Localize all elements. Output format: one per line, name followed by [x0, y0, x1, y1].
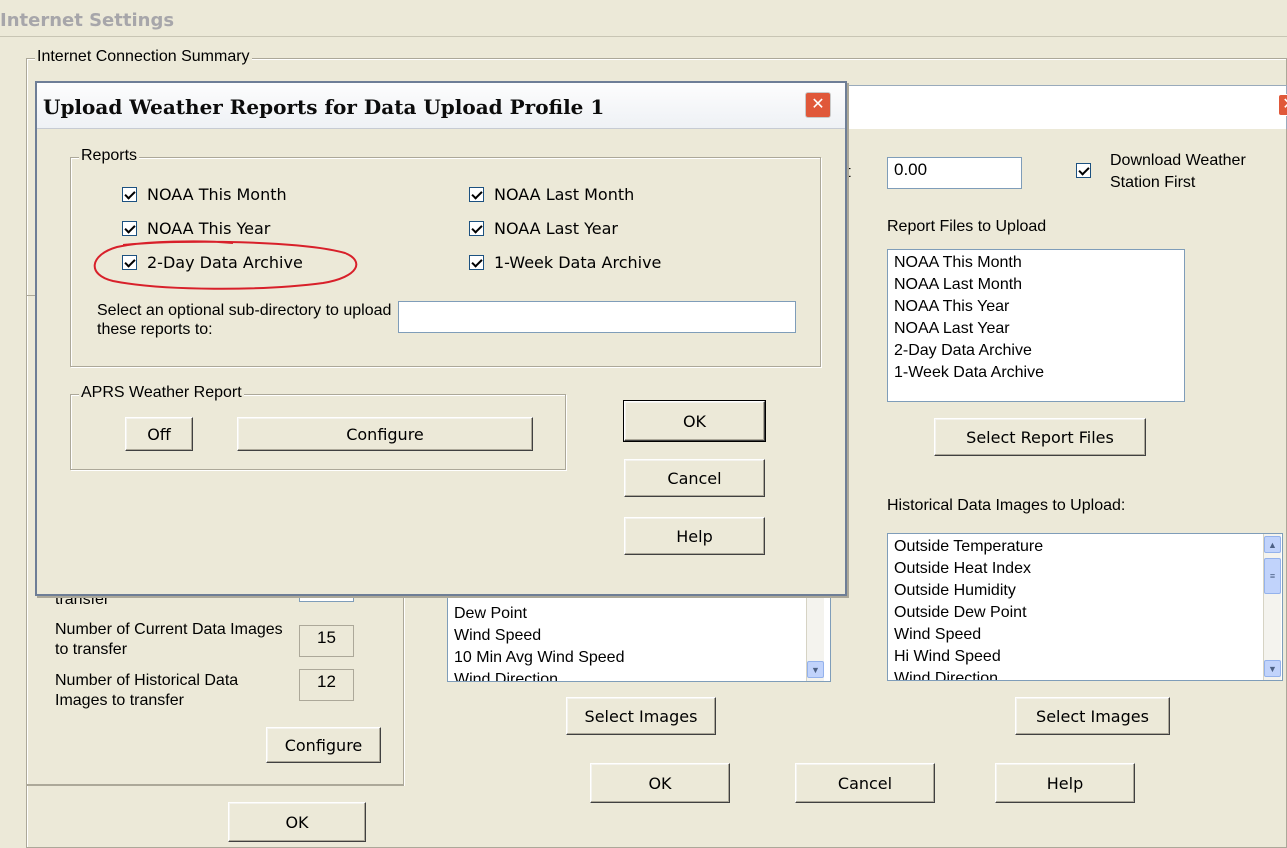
report-files-label: Report Files to Upload — [887, 218, 1047, 235]
summary-cancel-button[interactable]: Cancel — [795, 763, 935, 803]
checkbox-label: NOAA Last Year — [494, 219, 618, 238]
list-item[interactable]: 2-Day Data Archive — [894, 340, 1178, 362]
list-item[interactable]: NOAA This Year — [894, 296, 1178, 318]
list-item[interactable]: 1-Week Data Archive — [894, 362, 1178, 384]
dialog-ok-button[interactable]: OK — [623, 400, 766, 442]
checkbox-label: NOAA This Year — [147, 219, 271, 238]
historical-images-label: Historical Data Images to Upload: — [887, 497, 1126, 514]
checkbox-label: NOAA Last Month — [494, 185, 635, 204]
left-frame-line — [26, 785, 404, 786]
num-historical-field[interactable]: 12 — [299, 669, 354, 701]
list-item[interactable]: Outside Heat Index — [894, 558, 1256, 580]
rain-field[interactable]: 0.00 — [887, 157, 1022, 189]
num-current-label: Number of Current Data Images to transfe… — [55, 621, 283, 658]
checkbox-box[interactable] — [122, 187, 137, 202]
one-week-archive-checkbox[interactable]: 1-Week Data Archive — [469, 253, 661, 272]
list-item[interactable]: Hi Wind Speed — [894, 646, 1256, 668]
checkbox-box[interactable] — [469, 255, 484, 270]
reports-legend: Reports — [79, 147, 140, 165]
dialog-titlebar: Upload Weather Reports for Data Upload P… — [37, 83, 845, 129]
num-historical-label: Number of Historical Data Images to tran… — [55, 672, 239, 709]
noaa-this-month-checkbox[interactable]: NOAA This Month — [122, 185, 287, 204]
scroll-down-icon[interactable]: ▼ — [1264, 660, 1281, 677]
list-item[interactable]: NOAA Last Month — [894, 274, 1178, 296]
select-images-historical-button[interactable]: Select Images — [1015, 697, 1170, 735]
checkbox-label: 1-Week Data Archive — [494, 253, 662, 272]
list-item[interactable]: NOAA This Month — [894, 252, 1178, 274]
summary-ok-button[interactable]: OK — [590, 763, 730, 803]
scroll-down-icon[interactable]: ▼ — [807, 661, 824, 678]
list-item[interactable]: Wind Speed — [894, 624, 1256, 646]
report-files-list[interactable]: NOAA This Month NOAA Last Month NOAA Thi… — [887, 249, 1185, 402]
background-close-icon[interactable]: ✕ — [1278, 94, 1287, 116]
checkbox-box[interactable] — [469, 187, 484, 202]
download-first-checkbox[interactable] — [1076, 163, 1091, 178]
configure-button[interactable]: Configure — [266, 727, 381, 763]
background-dialog-titlebar — [846, 85, 1287, 129]
connection-summary-legend: Internet Connection Summary — [35, 48, 252, 66]
dialog-cancel-button[interactable]: Cancel — [624, 459, 765, 497]
checkbox-box[interactable] — [469, 221, 484, 236]
noaa-this-year-checkbox[interactable]: NOAA This Year — [122, 219, 270, 238]
window-title: Internet Settings — [0, 10, 175, 31]
list-item[interactable]: Wind Direction — [454, 669, 804, 681]
list-item[interactable]: Outside Humidity — [894, 580, 1256, 602]
title-divider — [0, 36, 1287, 37]
subdir-input[interactable] — [398, 301, 796, 333]
checkbox-label: NOAA This Month — [147, 185, 287, 204]
upload-reports-dialog: Upload Weather Reports for Data Upload P… — [35, 81, 847, 596]
list-item[interactable]: Outside Temperature — [894, 536, 1256, 558]
subdir-label: Select an optional sub-directory to uplo… — [97, 302, 392, 338]
select-report-files-button[interactable]: Select Report Files — [934, 418, 1146, 456]
scroll-up-icon[interactable]: ▲ — [1264, 536, 1281, 553]
left-ok-button[interactable]: OK — [228, 802, 366, 842]
dialog-help-button[interactable]: Help — [624, 517, 765, 555]
historical-images-list[interactable]: Outside Temperature Outside Heat Index O… — [887, 533, 1283, 681]
historical-scrollbar[interactable]: ▲ ≡ ▼ — [1263, 534, 1281, 680]
aprs-off-button[interactable]: Off — [125, 417, 193, 451]
list-item[interactable]: Wind Speed — [454, 625, 804, 647]
summary-help-button[interactable]: Help — [995, 763, 1135, 803]
list-item[interactable]: 10 Min Avg Wind Speed — [454, 647, 804, 669]
annotation-circle — [93, 240, 358, 290]
close-icon[interactable]: ✕ — [805, 92, 831, 118]
checkbox-box[interactable] — [122, 221, 137, 236]
list-item[interactable]: Dew Point — [454, 603, 804, 625]
num-current-field[interactable]: 15 — [299, 625, 354, 657]
aprs-legend: APRS Weather Report — [79, 384, 244, 402]
download-first-label: Download Weather Station First — [1110, 152, 1246, 191]
aprs-configure-button[interactable]: Configure — [237, 417, 533, 451]
select-images-current-button[interactable]: Select Images — [566, 697, 716, 735]
dialog-title: Upload Weather Reports for Data Upload P… — [43, 95, 605, 119]
list-item[interactable]: Wind Direction — [894, 668, 1256, 680]
list-item[interactable]: NOAA Last Year — [894, 318, 1178, 340]
list-item[interactable]: Outside Dew Point — [894, 602, 1256, 624]
noaa-last-year-checkbox[interactable]: NOAA Last Year — [469, 219, 618, 238]
scroll-thumb[interactable]: ≡ — [1264, 558, 1281, 594]
noaa-last-month-checkbox[interactable]: NOAA Last Month — [469, 185, 634, 204]
